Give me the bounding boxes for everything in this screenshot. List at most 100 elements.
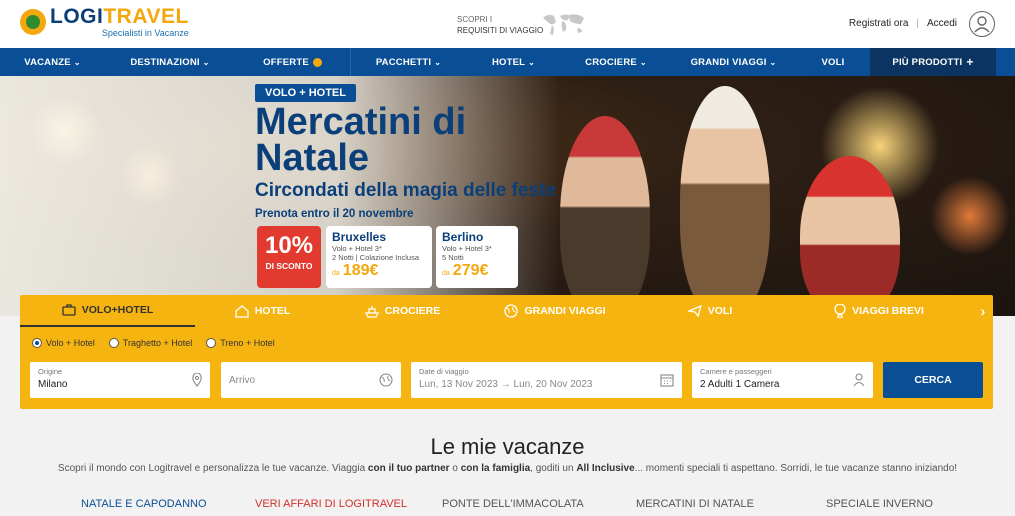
globe-icon [504,304,519,318]
origin-field[interactable]: Origine Milano [30,362,210,398]
main-nav: VACANZE ⌄ DESTINAZIONI ⌄ OFFERTE PACCHETTI… [0,48,1015,76]
rooms-value[interactable]: 2 Adulti 1 Camera [700,379,865,390]
offer-price: 189€ [342,262,379,279]
chevron-down-icon: ⌄ [528,57,536,67]
nav-pacchetti[interactable]: PACCHETTI ⌄ [351,48,466,76]
category-mercatini-natale[interactable]: MERCATINI DI NATALE [636,498,754,510]
dates-field[interactable]: Date di viaggio Lun, 13 Nov 2023 → Lun, … [411,362,682,398]
nav-label: VOLI [821,56,845,68]
desc-part: , goditi un [530,463,577,474]
category-natale-capodanno[interactable]: NATALE E CAPODANNO [81,498,207,510]
nav-vacanze[interactable]: VACANZE ⌄ [0,48,105,76]
hero-photo-woman [800,156,900,316]
calendar-icon [660,374,674,387]
rooms-field[interactable]: Camere e passeggeri 2 Adulti 1 Camera [692,362,873,398]
logo-name-part1: LOGI [50,5,104,28]
radio-traghetto-hotel[interactable]: Traghetto + Hotel [108,338,193,348]
offer-line2: 5 Notti [442,253,464,262]
offer-card-bruxelles[interactable]: Bruxelles Volo + Hotel 3* 2 Notti | Cola… [326,226,432,288]
section-title: Le mie vacanze [430,434,585,459]
logo-name-part2: TRAVEL [103,5,189,28]
radio-label: Volo + Hotel [46,338,95,348]
tab-volo-hotel[interactable]: VOLO+HOTEL [20,295,195,327]
radio-label: Treno + Hotel [220,338,275,348]
user-avatar-icon[interactable] [969,11,995,37]
category-speciale-inverno[interactable]: SPECIALE INVERNO [826,498,933,510]
logo-icon [20,9,46,35]
tabs-next-arrow-icon[interactable]: › [973,295,993,327]
dates-value[interactable]: Lun, 13 Nov 2023 → Lun, 20 Nov 2023 [419,379,674,390]
nav-destinazioni[interactable]: DESTINAZIONI ⌄ [105,48,235,76]
section-description: Scopri il mondo con Logitravel e persona… [0,463,1015,474]
tab-label: VOLI [707,305,733,317]
requirements-line1: SCOPRI I [457,15,493,24]
sun-icon [312,57,322,67]
search-button[interactable]: CERCA [883,362,983,398]
nav-hotel[interactable]: HOTEL ⌄ [466,48,561,76]
tab-viaggi-brevi[interactable]: VIAGGI BREVI [785,295,973,327]
tab-hotel[interactable]: HOTEL [195,295,330,327]
tab-label: CROCIERE [384,305,441,317]
globe-icon [379,373,393,387]
register-link[interactable]: Registrati ora [849,18,908,29]
ship-icon [364,305,379,318]
nav-more-label: PIÙ PRODOTTI [892,56,963,68]
radio-indicator[interactable] [108,338,119,348]
desc-bold: All Inclusive [576,463,635,474]
offer-line1: Volo + Hotel 3* [442,244,492,253]
nav-label: HOTEL [491,56,526,68]
nav-grandi-viaggi[interactable]: GRANDI VIAGGI ⌄ [671,48,796,76]
desc-bold: con la famiglia [460,463,531,474]
radio-label: Traghetto + Hotel [122,338,193,348]
tab-label: HOTEL [254,305,291,317]
login-link[interactable]: Accedi [927,18,957,29]
desc-part: ... momenti speciali ti aspettano. Sorri… [634,463,958,474]
rooms-label: Camere e passeggeri [700,367,772,376]
link-separator: | [916,18,919,29]
tab-crociere[interactable]: CROCIERE [330,295,475,327]
category-veri-affari[interactable]: VERI AFFARI DI LOGITRAVEL [255,498,407,510]
offer-price: 279€ [452,262,489,279]
site-header: LOGITRAVEL Specialisti in Vacanze SCOPRI… [0,0,1015,48]
logo[interactable]: LOGITRAVEL Specialisti in Vacanze [20,6,189,38]
origin-value[interactable]: Milano [38,379,202,390]
offer-card-berlino[interactable]: Berlino Volo + Hotel 3* 5 Notti da 279€ [436,226,518,288]
radio-indicator[interactable] [32,338,42,348]
search-tabs: VOLO+HOTEL HOTEL CROCIERE GRANDI VIAGGI … [20,295,993,327]
radio-treno-hotel[interactable]: Treno + Hotel [206,338,275,348]
desc-part: Scopri il mondo con Logitravel e persona… [57,463,368,474]
discount-badge: 10% DI SCONTO [257,226,321,288]
tab-voli[interactable]: VOLI [635,295,785,327]
nav-voli[interactable]: VOLI [796,48,870,76]
tab-label: GRANDI VIAGGI [524,305,606,317]
nav-offerte[interactable]: OFFERTE [235,48,350,76]
radio-indicator[interactable] [206,338,217,348]
desc-bold: con il tuo partner [367,463,450,474]
chevron-down-icon: ⌄ [202,57,210,67]
nav-label: VACANZE [24,56,71,68]
category-ponte-immacolata[interactable]: PONTE DELL'IMMACOLATA [442,498,584,510]
radio-volo-hotel[interactable]: Volo + Hotel [32,338,95,348]
trip-type-radios: Volo + Hotel Traghetto + Hotel Treno + H… [32,338,275,348]
arrival-field[interactable]: Arrivo [221,362,401,398]
chevron-down-icon: ⌄ [769,57,777,67]
tab-grandi-viaggi[interactable]: GRANDI VIAGGI [475,295,635,327]
hero-banner[interactable]: VOLO + HOTEL Mercatini di Natale Circond… [0,76,1015,316]
desc-part: o [449,463,461,474]
chevron-down-icon: ⌄ [73,57,81,67]
nav-more-products[interactable]: PIÙ PRODOTTI + [870,48,996,76]
tab-label: VOLO+HOTEL [81,304,154,316]
plane-icon [687,304,702,318]
chevron-down-icon: ⌄ [434,57,442,67]
person-icon [853,373,865,387]
hero-title: Mercatini di Natale [255,101,467,179]
world-map-icon [543,14,584,35]
house-icon [235,304,249,318]
offer-line2: 2 Notti | Colazione Inclusa [332,253,419,262]
travel-requirements-link[interactable]: SCOPRI I REQUISITI DI VIAGGIO [457,14,543,36]
nav-crociere[interactable]: CROCIERE ⌄ [561,48,671,76]
arrival-placeholder[interactable]: Arrivo [229,375,393,386]
hero-photo-girl [680,86,770,316]
category-links: NATALE E CAPODANNO VERI AFFARI DI LOGITR… [0,498,1015,516]
origin-label: Origine [38,367,63,376]
